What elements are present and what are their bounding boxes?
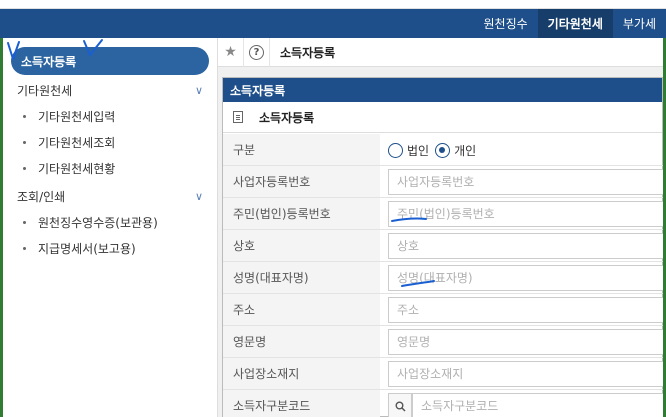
bullet-icon [23, 114, 26, 118]
radio-checked-icon[interactable] [435, 142, 451, 158]
nav-item-other-withholding[interactable]: 기타원천세 [537, 9, 613, 38]
sidebar-item-label: 원천징수영수증(보관용) [38, 215, 158, 230]
form-row-biz-location: 사업장소재지 [223, 358, 666, 390]
dialog-subtitle: 소득자등록 [259, 110, 315, 125]
form-row-biz-no: 사업자등록번호 [223, 166, 666, 198]
bullet-icon [23, 220, 26, 224]
main-content: ★ ? 소득자등록 소득자등록 소득자등록 구분 법인 개인 사업자등록번호 사… [218, 37, 666, 417]
name-value [380, 262, 666, 294]
biz-location-input[interactable] [388, 361, 666, 387]
company-value [380, 230, 666, 262]
type-value: 법인 개인 [380, 134, 664, 166]
page-title: 소득자등록 [280, 45, 336, 60]
chevron-down-icon: ∨ [194, 189, 203, 203]
biz-no-input[interactable] [388, 169, 666, 195]
bullet-icon [23, 166, 26, 170]
search-icon [395, 401, 406, 412]
biz-no-value [380, 166, 666, 198]
star-icon[interactable]: ★ [218, 37, 244, 67]
sidebar-header-income-earner[interactable]: 소득자등록 [11, 47, 209, 75]
sidebar-item-other-withholding-query[interactable]: 기타원천세조회 [23, 132, 115, 152]
sidebar-group-label: 기타원천세 [17, 83, 73, 98]
tab-bar: ★ ? 소득자등록 [218, 37, 663, 67]
bullet-icon [23, 246, 26, 250]
income-earner-dialog: 소득자등록 소득자등록 구분 법인 개인 사업자등록번호 사업자등록번호 주민(… [222, 77, 666, 417]
browser-top-strip [0, 0, 666, 9]
sidebar-item-label: 기타원천세입력 [38, 109, 116, 124]
form-row-name: 성명(대표자명) [223, 262, 666, 294]
sidebar-item-other-withholding-input[interactable]: 기타원천세입력 [23, 106, 115, 126]
name-input[interactable] [388, 265, 666, 291]
form-row-income-code: 소득자구분코드 [223, 390, 666, 417]
radio-individual[interactable]: 개인 [435, 142, 476, 159]
address-label: 주소 [223, 294, 380, 326]
address-value [380, 294, 666, 326]
form-row-address: 주소 [223, 294, 666, 326]
dialog-subheader: 소득자등록 [223, 102, 662, 133]
sidebar-group-query-print[interactable]: 조회/인쇄 ∨ [17, 185, 207, 207]
chevron-down-icon: ∨ [194, 83, 203, 97]
name-label: 성명(대표자명) [223, 262, 380, 294]
sidebar-item-label: 지급명세서(보고용) [38, 241, 136, 256]
radio-unchecked-icon[interactable] [388, 142, 403, 158]
biz-location-label: 사업장소재지 [223, 358, 380, 390]
biz-location-value [380, 358, 666, 390]
radio-label: 개인 [454, 143, 477, 158]
form-row-eng-name: 영문명 [223, 326, 666, 358]
income-code-search-button[interactable] [388, 393, 412, 417]
income-code-input[interactable] [412, 393, 666, 417]
income-code-value [380, 390, 666, 417]
sidebar-item-label: 기타원천세조회 [38, 135, 116, 150]
resident-no-value [380, 198, 666, 230]
eng-name-label: 영문명 [223, 326, 380, 358]
resident-no-label: 주민(법인)등록번호 [223, 198, 380, 230]
resident-no-input[interactable] [388, 201, 666, 227]
form-row-company: 상호 [223, 230, 666, 262]
type-label: 구분 [223, 134, 380, 166]
sidebar-item-payment-statement[interactable]: 지급명세서(보고용) [23, 238, 136, 258]
sidebar-item-label: 기타원천세현황 [38, 161, 116, 176]
radio-corporation[interactable]: 법인 [388, 142, 429, 159]
company-input[interactable] [388, 233, 666, 259]
sidebar-item-other-withholding-status[interactable]: 기타원천세현황 [23, 158, 115, 178]
type-radio-group: 법인 개인 [388, 134, 482, 166]
sidebar: 소득자등록 기타원천세 ∨ 기타원천세입력 기타원천세조회 기타원천세현황 조회… [3, 38, 218, 417]
form-row-resident-no: 주민(법인)등록번호 [223, 198, 666, 230]
dialog-title: 소득자등록 [223, 78, 662, 102]
help-icon: ? [249, 44, 264, 60]
top-navigation: 원천징수 기타원천세 부가세 [0, 9, 666, 38]
sidebar-group-label: 조회/인쇄 [17, 189, 66, 204]
eng-name-input[interactable] [388, 329, 666, 355]
sidebar-group-other-withholding[interactable]: 기타원천세 ∨ [17, 79, 207, 101]
bullet-icon [23, 140, 26, 144]
company-label: 상호 [223, 230, 380, 262]
help-icon-button[interactable]: ? [244, 37, 270, 67]
eng-name-value [380, 326, 666, 358]
document-icon [233, 111, 243, 123]
radio-label: 법인 [407, 143, 430, 158]
income-code-label: 소득자구분코드 [223, 390, 380, 417]
nav-item-vat[interactable]: 부가세 [613, 9, 666, 38]
address-input[interactable] [388, 297, 666, 323]
biz-no-label: 사업자등록번호 [223, 166, 380, 198]
nav-item-withholding[interactable]: 원천징수 [474, 9, 538, 38]
form-row-type: 구분 법인 개인 [223, 134, 664, 166]
sidebar-item-withholding-receipt[interactable]: 원천징수영수증(보관용) [23, 212, 158, 232]
